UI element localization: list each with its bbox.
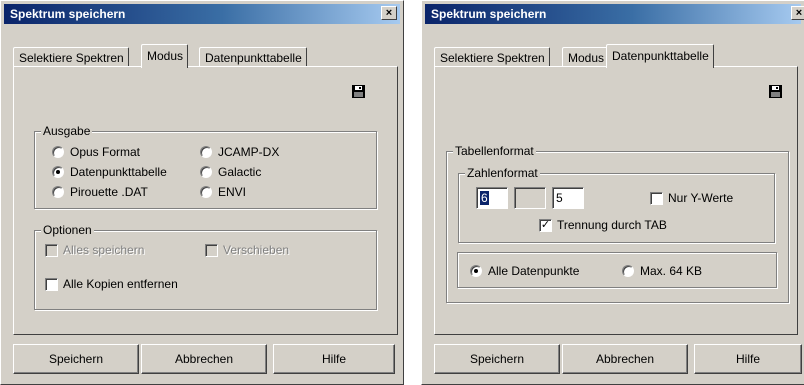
dialog-title: Spektrum speichern — [10, 7, 126, 21]
title-bar[interactable]: Spektrum speichern × — [425, 4, 804, 24]
tab-datenpunkttabelle[interactable]: Datenpunkttabelle — [199, 47, 307, 67]
tab-panel-modus: Ausgabe Opus Format JCAMP-DX Datenpunktt… — [13, 66, 398, 335]
range-group: Alle Datenpunkte Max. 64 KB — [457, 252, 777, 288]
tab-modus[interactable]: Modus — [141, 44, 189, 68]
tab-modus[interactable]: Modus — [562, 47, 610, 67]
close-icon: × — [795, 7, 803, 19]
help-button[interactable]: Hilfe — [694, 344, 802, 374]
checkbox-box[interactable] — [45, 244, 58, 257]
close-button[interactable]: × — [381, 6, 397, 20]
radio-circle-selected[interactable] — [52, 166, 64, 178]
radio-circle[interactable] — [622, 265, 634, 277]
ausgabe-legend: Ausgabe — [41, 124, 93, 138]
tabellenformat-legend: Tabellenformat — [453, 144, 536, 158]
cancel-button[interactable]: Abbrechen — [562, 344, 688, 374]
number-separator-field[interactable] — [514, 187, 546, 209]
radio-circle[interactable] — [52, 186, 64, 198]
radio-circle[interactable] — [200, 166, 212, 178]
checkbox-box[interactable] — [205, 244, 218, 257]
save-spectrum-dialog-modus: Spektrum speichern × Selektiere Spektren… — [0, 0, 404, 385]
radio-circle[interactable] — [52, 146, 64, 158]
save-spectrum-dialog-datenpunkttabelle: Spektrum speichern × Selektiere Spektren… — [421, 0, 804, 385]
save-button[interactable]: Speichern — [13, 344, 139, 374]
tab-panel-datenpunkttabelle: Tabellenformat Zahlenformat 6 5 Nur Y-We… — [434, 66, 798, 335]
tab-selektiere-spektren[interactable]: Selektiere Spektren — [13, 47, 129, 67]
checkbox-box[interactable] — [45, 278, 58, 291]
title-bar[interactable]: Spektrum speichern × — [4, 4, 400, 24]
zahlenformat-group: Zahlenformat 6 5 Nur Y-Werte ✓ Trennung … — [458, 166, 775, 243]
help-button[interactable]: Hilfe — [273, 344, 395, 374]
radio-circle-selected[interactable] — [470, 265, 482, 277]
floppy-disk-icon[interactable] — [769, 85, 782, 98]
cancel-button[interactable]: Abbrechen — [141, 344, 267, 374]
optionen-group: Optionen Alles speichern Verschieben All… — [34, 223, 377, 310]
checkbox-box[interactable] — [650, 192, 663, 205]
zahlenformat-legend: Zahlenformat — [465, 166, 540, 180]
close-button[interactable]: × — [791, 6, 804, 20]
tab-selektiere-spektren[interactable]: Selektiere Spektren — [434, 47, 550, 67]
number-decimals-field[interactable]: 5 — [552, 187, 584, 209]
radio-circle[interactable] — [200, 186, 212, 198]
number-width-field[interactable]: 6 — [476, 187, 508, 209]
radio-circle[interactable] — [200, 146, 212, 158]
dialog-title: Spektrum speichern — [431, 7, 547, 21]
checkbox-box[interactable]: ✓ — [539, 219, 552, 232]
floppy-disk-icon[interactable] — [352, 85, 365, 98]
tab-datenpunkttabelle[interactable]: Datenpunkttabelle — [606, 44, 714, 68]
ausgabe-group: Ausgabe Opus Format JCAMP-DX Datenpunktt… — [34, 124, 377, 209]
close-icon: × — [385, 7, 393, 19]
save-button[interactable]: Speichern — [434, 344, 560, 374]
optionen-legend: Optionen — [41, 223, 94, 237]
